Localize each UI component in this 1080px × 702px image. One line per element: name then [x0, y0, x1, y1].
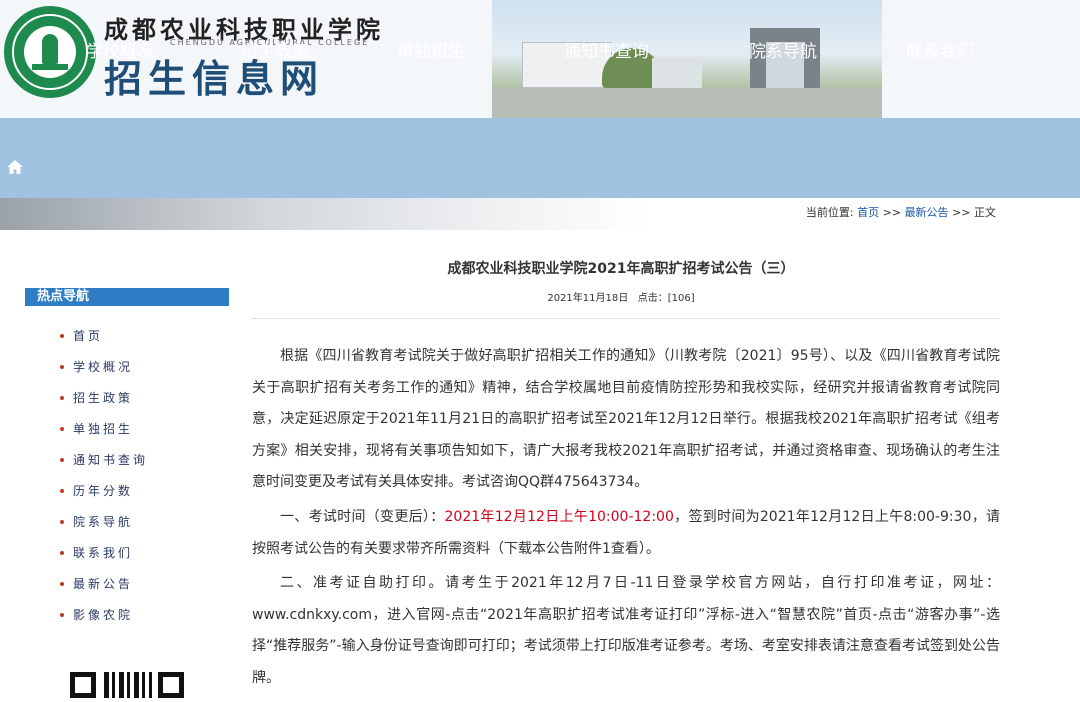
qr-pattern: [104, 672, 152, 698]
article-meta: 2021年11月18日 点击：[106]: [252, 289, 990, 304]
article-date: 2021年11月18日: [547, 293, 629, 304]
campus-banner-image: [492, 0, 882, 118]
article-paragraph: 一、考试时间（变更后）：2021年12月12日上午10:00-12:00，签到时…: [252, 502, 1000, 565]
sidebar-item-label: 影像农院: [73, 608, 134, 622]
sidebar-item-label: 历年分数: [73, 484, 134, 498]
exam-time-highlight: 2021年12月12日上午10:00-12:00: [444, 508, 674, 525]
sidebar-item-independent-admission[interactable]: 单独招生: [60, 413, 230, 444]
exam-time-label: 一、考试时间（变更后）：: [280, 508, 445, 525]
sidebar-item-label: 招生政策: [73, 391, 134, 405]
qr-finder: [70, 672, 96, 698]
sidebar-list: 首页 学校概况 招生政策 单独招生 通知书查询 历年分数 院系导航 联系我们 最…: [60, 320, 230, 630]
bullet-icon: [60, 333, 64, 338]
bullet-icon: [60, 395, 64, 400]
breadcrumb-home-link[interactable]: 首页: [857, 206, 879, 219]
sidebar-item-admission-policy[interactable]: 招生政策: [60, 382, 230, 413]
bullet-icon: [60, 488, 64, 493]
article-paragraph: 二、准考证自助打印。请考生于2021年12月7日-11日登录学校官方网站，自行打…: [252, 575, 1000, 686]
sidebar-item-label: 院系导航: [73, 515, 134, 529]
sidebar-item-label: 学校概况: [73, 360, 134, 374]
sidebar-item-home[interactable]: 首页: [60, 320, 230, 351]
bullet-icon: [60, 457, 64, 462]
sidebar-item-notice-query[interactable]: 通知书查询: [60, 444, 230, 475]
qr-code: [70, 670, 186, 702]
divider: [252, 318, 1000, 319]
nav-item-departments[interactable]: 院系导航: [749, 37, 817, 62]
sidebar-item-label: 最新公告: [73, 577, 134, 591]
bullet-icon: [60, 550, 64, 555]
sidebar-item-departments[interactable]: 院系导航: [60, 506, 230, 537]
bullet-icon: [60, 519, 64, 524]
college-logo[interactable]: [4, 6, 96, 98]
sidebar-item-campus-gallery[interactable]: 影像农院: [60, 599, 230, 630]
breadcrumb: 当前位置: 首页 >> 最新公告 >> 正文: [806, 204, 996, 220]
bullet-icon: [60, 426, 64, 431]
article-hits: [106]: [667, 293, 695, 304]
campus-building: [652, 58, 702, 88]
qr-finder: [158, 672, 184, 698]
breadcrumb-prefix: 当前位置:: [805, 206, 854, 219]
sidebar-item-past-scores[interactable]: 历年分数: [60, 475, 230, 506]
logo-emblem: [24, 26, 76, 78]
sidebar-item-label: 单独招生: [73, 422, 134, 436]
sidebar-item-contact[interactable]: 联系我们: [60, 537, 230, 568]
article-hits-label: 点击：: [637, 293, 668, 304]
bullet-icon: [60, 364, 64, 369]
article-body: 根据《四川省教育考试院关于做好高职扩招相关工作的通知》（川教考院〔2021〕95…: [252, 341, 1000, 698]
sidebar-item-label: 联系我们: [73, 546, 134, 560]
article-title: 成都农业科技职业学院2021年高职扩招考试公告（三）: [447, 261, 795, 277]
sidebar-item-label: 首页: [73, 329, 104, 343]
sidebar-heading: 热点导航: [25, 288, 229, 306]
main-nav: [0, 118, 1080, 198]
home-icon[interactable]: [6, 158, 24, 176]
breadcrumb-section-link[interactable]: 最新公告: [905, 206, 949, 219]
breadcrumb-separator: >>: [882, 206, 902, 219]
breadcrumb-separator: >>: [952, 206, 971, 219]
breadcrumb-current: 正文: [974, 206, 996, 219]
nav-item-contact[interactable]: 联系我们: [906, 37, 974, 62]
nav-item-notice-query[interactable]: 通知书查询: [564, 37, 649, 62]
bullet-icon: [60, 581, 64, 586]
nav-item-school-overview[interactable]: 学校概况: [86, 37, 154, 62]
campus-road: [492, 88, 882, 118]
sidebar-item-label: 通知书查询: [73, 453, 149, 467]
nav-item-admission-policy[interactable]: 招生政策: [241, 37, 309, 62]
sidebar-item-school-overview[interactable]: 学校概况: [60, 351, 230, 382]
nav-item-independent-admission[interactable]: 单独招生: [397, 37, 465, 62]
bullet-icon: [60, 612, 64, 617]
article-paragraph: 根据《四川省教育考试院关于做好高职扩招相关工作的通知》（川教考院〔2021〕95…: [252, 348, 1000, 491]
sidebar-item-latest-notices[interactable]: 最新公告: [60, 568, 230, 599]
